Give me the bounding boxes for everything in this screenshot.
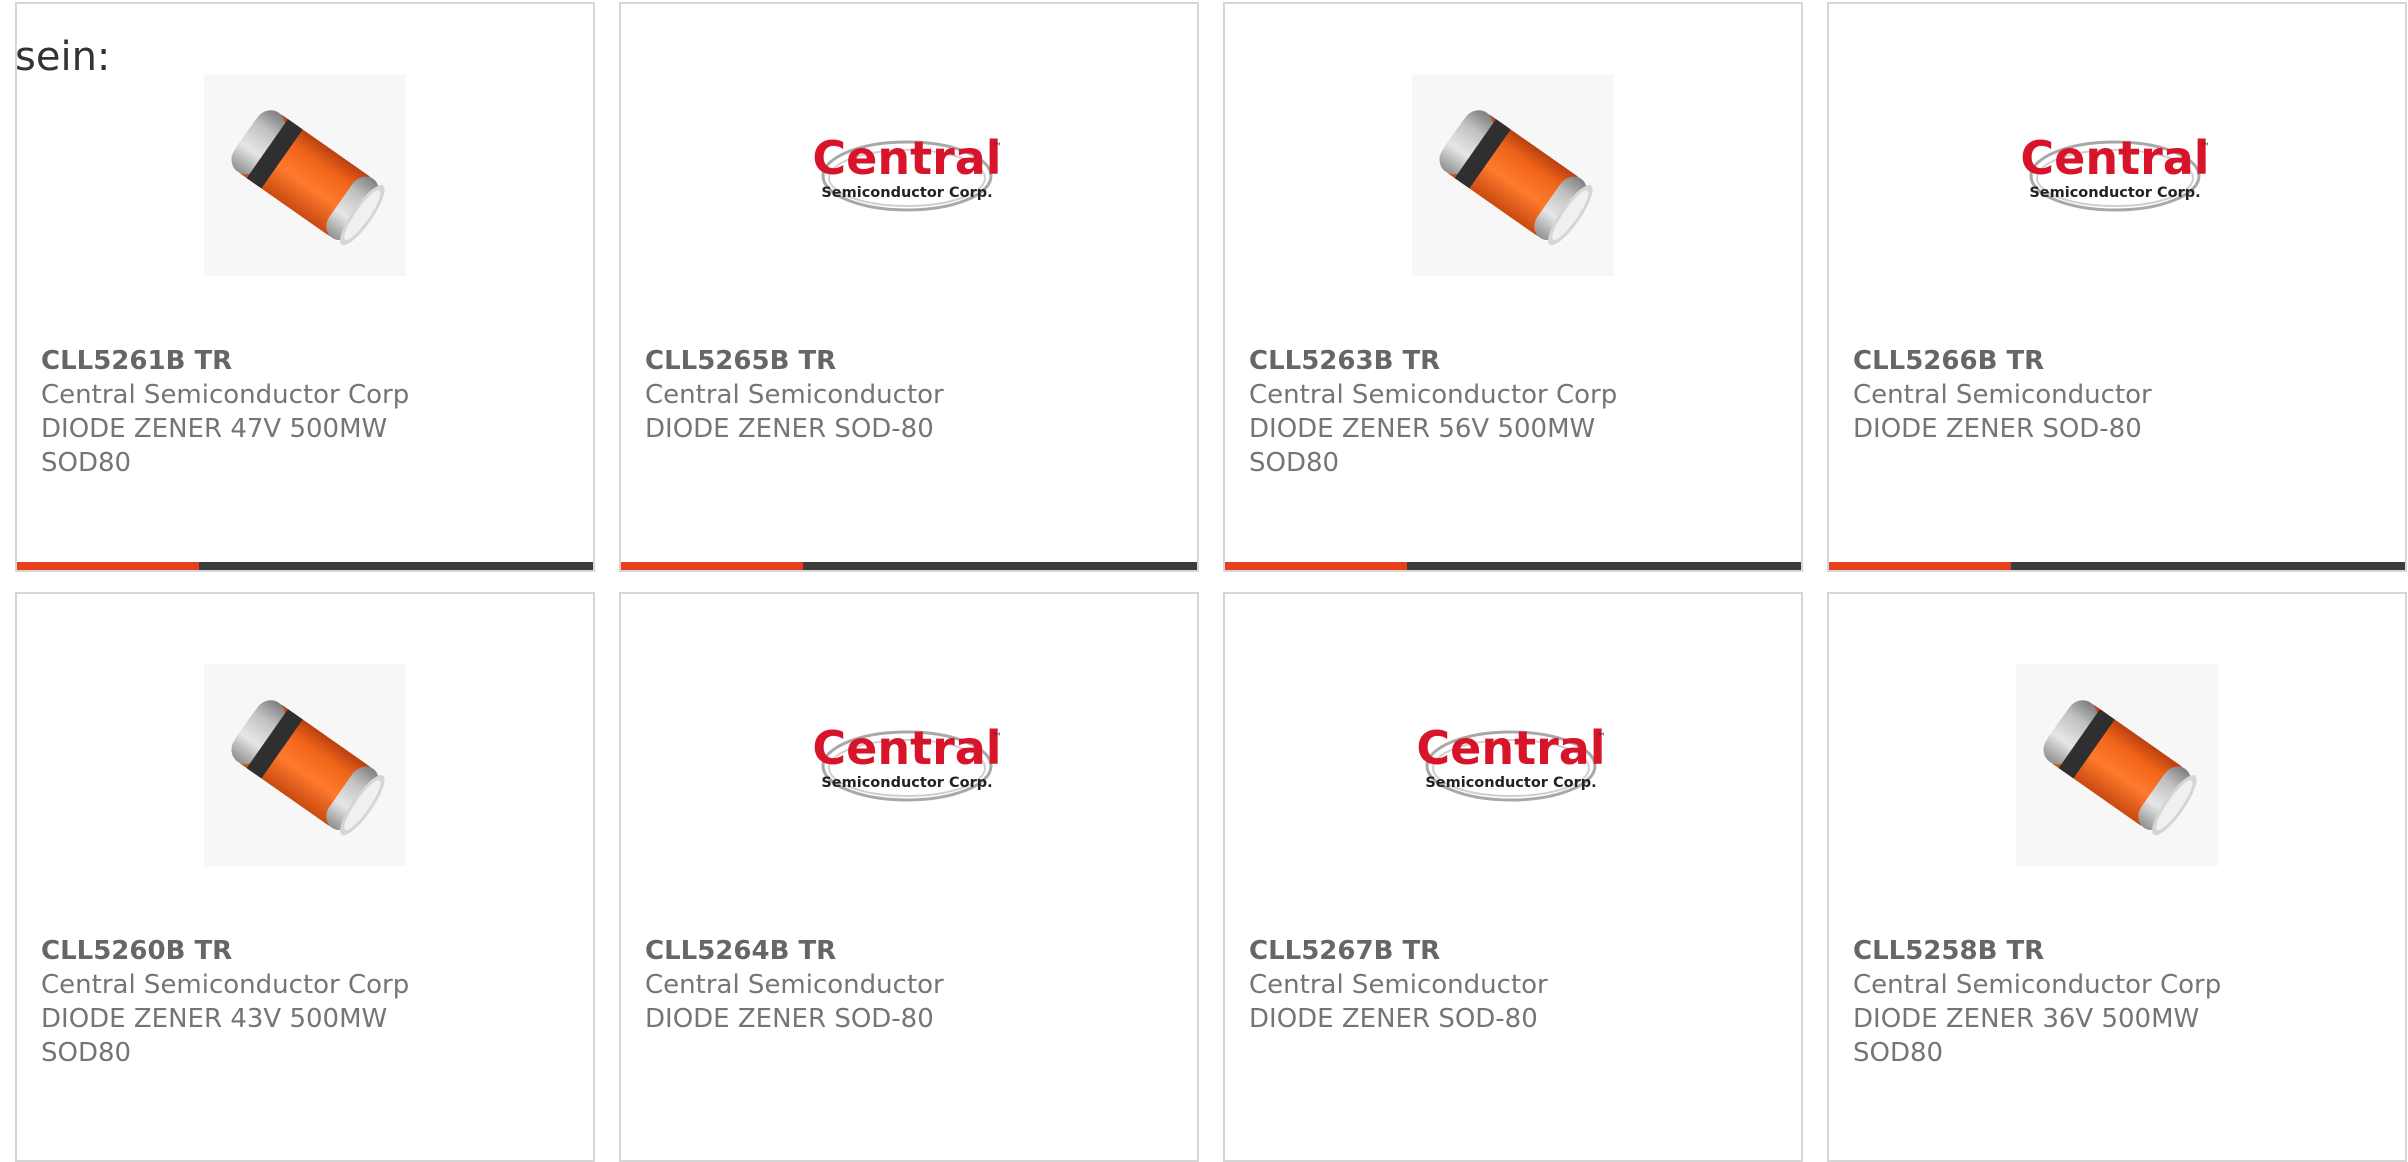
diode-icon <box>231 700 385 836</box>
product-image[interactable]: Central ™ Semiconductor Corp. <box>808 74 1010 276</box>
central-logo: Central ™ Semiconductor Corp. <box>808 664 1010 866</box>
description: DIODE ZENER 47V 500MW SOD80 <box>41 414 388 478</box>
product-image[interactable]: Central ™ Semiconductor Corp. <box>2016 74 2218 276</box>
logo-sub: Semiconductor Corp. <box>821 775 992 791</box>
card-footer-accent <box>1829 562 2011 570</box>
product-image[interactable] <box>1412 74 1614 276</box>
part-number-link[interactable]: CLL5267B TR <box>1249 934 1777 968</box>
product-card[interactable]: Central ™ Semiconductor Corp. CLL5265B T… <box>619 2 1199 572</box>
central-logo: Central ™ Semiconductor Corp. <box>1412 664 1614 866</box>
product-image[interactable]: Central ™ Semiconductor Corp. <box>1412 664 1614 866</box>
product-card[interactable]: CLL5258B TR Central Semiconductor Corp DIO… <box>1827 592 2407 1162</box>
product-card[interactable]: Central ™ Semiconductor Corp. CLL5264B T… <box>619 592 1199 1162</box>
description: DIODE ZENER 36V 500MW SOD80 <box>1853 1004 2200 1068</box>
description: DIODE ZENER SOD-80 <box>645 414 934 444</box>
part-number-link[interactable]: CLL5260B TR <box>41 934 569 968</box>
manufacturer: Central Semiconductor <box>1249 970 1548 1000</box>
central-logo: Central ™ Semiconductor Corp. <box>808 74 1010 276</box>
logo-sub: Semiconductor Corp. <box>2029 185 2200 201</box>
description: DIODE ZENER 56V 500MW SOD80 <box>1249 414 1596 478</box>
logo-word: Central <box>812 131 1001 185</box>
part-number-link[interactable]: CLL5263B TR <box>1249 344 1777 378</box>
product-image[interactable]: Central ™ Semiconductor Corp. <box>808 664 1010 866</box>
product-image[interactable] <box>2016 664 2218 866</box>
product-card[interactable]: CLL5260B TR Central Semiconductor Corp DIO… <box>15 592 595 1162</box>
description: DIODE ZENER 43V 500MW SOD80 <box>41 1004 388 1068</box>
logo-word: Central <box>2020 131 2209 185</box>
logo-tm: ™ <box>992 142 1002 153</box>
logo-sub: Semiconductor Corp. <box>821 185 992 201</box>
central-logo: Central ™ Semiconductor Corp. <box>2016 74 2218 276</box>
card-footer-bar <box>17 562 593 570</box>
central-logo-icon: Central ™ Semiconductor Corp. <box>812 721 1002 802</box>
diode-image <box>2016 664 2218 866</box>
product-info: CLL5261B TR Central Semiconductor Corp DIO… <box>41 344 569 480</box>
product-info: CLL5258B TR Central Semiconductor Corp DIO… <box>1853 934 2381 1070</box>
part-number-link[interactable]: CLL5265B TR <box>645 344 1173 378</box>
product-info: CLL5267B TR Central Semiconductor DIODE ZE… <box>1249 934 1777 1036</box>
description: DIODE ZENER SOD-80 <box>1853 414 2142 444</box>
diode-image <box>204 74 406 276</box>
diode-image <box>204 664 406 866</box>
product-info: CLL5265B TR Central Semiconductor DIODE ZE… <box>645 344 1173 446</box>
intro-text: sein: <box>15 34 111 80</box>
central-logo-icon: Central ™ Semiconductor Corp. <box>812 131 1002 212</box>
logo-word: Central <box>1416 721 1605 775</box>
card-footer-bar <box>621 562 1197 570</box>
logo-word: Central <box>812 721 1001 775</box>
manufacturer: Central Semiconductor <box>645 970 944 1000</box>
manufacturer: Central Semiconductor <box>645 380 944 410</box>
logo-tm: ™ <box>992 732 1002 743</box>
product-card[interactable]: CLL5263B TR Central Semiconductor Corp DIO… <box>1223 2 1803 572</box>
card-footer-accent <box>1225 562 1407 570</box>
product-info: CLL5260B TR Central Semiconductor Corp DIO… <box>41 934 569 1070</box>
logo-tm: ™ <box>1596 732 1606 743</box>
manufacturer: Central Semiconductor Corp <box>1249 380 1618 410</box>
product-card[interactable]: Central ™ Semiconductor Corp. CLL5267B T… <box>1223 592 1803 1162</box>
card-footer-accent <box>17 562 199 570</box>
logo-tm: ™ <box>2200 142 2210 153</box>
diode-icon <box>2043 700 2197 836</box>
description: DIODE ZENER SOD-80 <box>1249 1004 1538 1034</box>
product-info: CLL5263B TR Central Semiconductor Corp DIO… <box>1249 344 1777 480</box>
product-info: CLL5264B TR Central Semiconductor DIODE ZE… <box>645 934 1173 1036</box>
product-grid: CLL5261B TR Central Semiconductor Corp DIO… <box>15 2 2408 1162</box>
card-footer-bar <box>1225 562 1801 570</box>
manufacturer: Central Semiconductor Corp <box>41 380 410 410</box>
description: DIODE ZENER SOD-80 <box>645 1004 934 1034</box>
manufacturer: Central Semiconductor Corp <box>41 970 410 1000</box>
card-footer-bar <box>1829 562 2405 570</box>
product-image[interactable] <box>204 664 406 866</box>
part-number-link[interactable]: CLL5258B TR <box>1853 934 2381 968</box>
product-image[interactable] <box>204 74 406 276</box>
product-card[interactable]: Central ™ Semiconductor Corp. CLL5266B T… <box>1827 2 2407 572</box>
part-number-link[interactable]: CLL5264B TR <box>645 934 1173 968</box>
product-info: CLL5266B TR Central Semiconductor DIODE ZE… <box>1853 344 2381 446</box>
part-number-link[interactable]: CLL5261B TR <box>41 344 569 378</box>
diode-image <box>1412 74 1614 276</box>
central-logo-icon: Central ™ Semiconductor Corp. <box>2020 131 2210 212</box>
diode-icon <box>231 110 385 246</box>
diode-icon <box>1439 110 1593 246</box>
manufacturer: Central Semiconductor Corp <box>1853 970 2222 1000</box>
part-number-link[interactable]: CLL5266B TR <box>1853 344 2381 378</box>
card-footer-accent <box>621 562 803 570</box>
manufacturer: Central Semiconductor <box>1853 380 2152 410</box>
product-card[interactable]: CLL5261B TR Central Semiconductor Corp DIO… <box>15 2 595 572</box>
central-logo-icon: Central ™ Semiconductor Corp. <box>1416 721 1606 802</box>
logo-sub: Semiconductor Corp. <box>1425 775 1596 791</box>
